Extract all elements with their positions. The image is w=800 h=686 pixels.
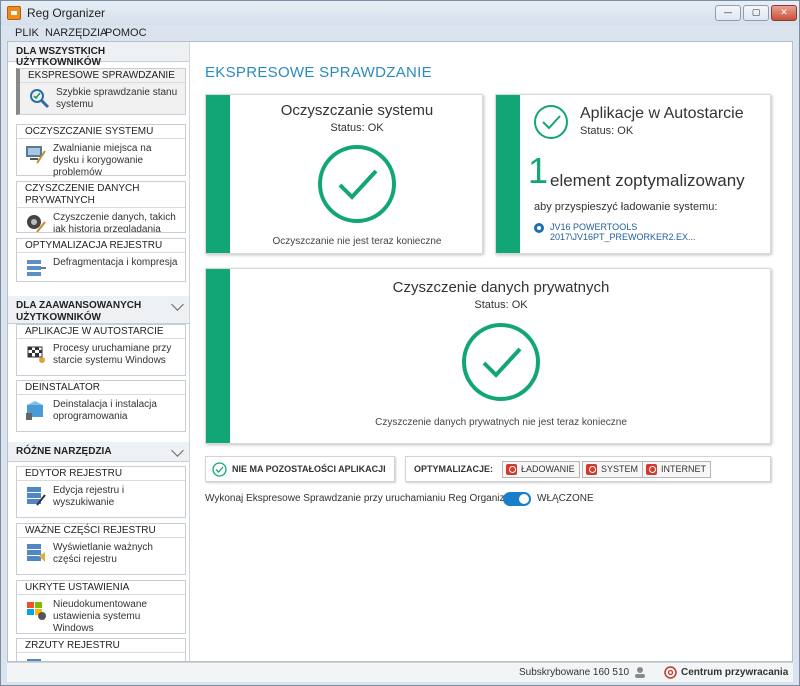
menu-pomoc[interactable]: POMOC: [105, 27, 147, 39]
autorun-toggle[interactable]: [503, 492, 531, 506]
card-title: Aplikacje w Autostarcie: [580, 105, 744, 122]
sidebar-item-desc: Zwalnianie miejsca na dysku i korygowani…: [53, 143, 152, 178]
sidebar-item-important-registry-parts[interactable]: WAŻNE CZĘŚCI REJESTRU Wyświetlanie ważny…: [16, 523, 186, 575]
registry-editor-icon: [27, 487, 46, 506]
menu-bar: PLIK NARZĘDZIA POMOC: [1, 25, 799, 41]
sidebar-item-desc: Procesy uruchamiane przy starcie systemu…: [53, 343, 172, 366]
sidebar-item-private-data[interactable]: CZYSZCZENIE DANYCH PRYWATNYCH Czyszczeni…: [16, 181, 186, 233]
page-title: EKSPRESOWE SPRAWDZANIE: [205, 64, 432, 81]
card-note: Oczyszczanie nie jest teraz konieczne: [272, 236, 442, 247]
sidebar-item-express-check[interactable]: EKSPRESOWE SPRAWDZANIE Szybkie sprawdzan…: [16, 68, 186, 115]
rescue-center-icon: [664, 666, 677, 679]
broom-monitor-icon: [26, 146, 46, 164]
sidebar-item-desc: Edycja rejestru i wyszukiwanie: [53, 485, 125, 508]
chevron-down-icon: [171, 444, 184, 457]
optimized-subtitle: aby przyspieszyć ładowanie systemu:: [534, 201, 718, 213]
sidebar-item-system-cleanup[interactable]: OCZYSZCZANIE SYSTEMU Zwalnianie miejsca …: [16, 124, 186, 178]
windows-gear-icon: [27, 602, 46, 620]
check-circle-icon: [212, 462, 227, 477]
rescue-center-link[interactable]: Centrum przywracania: [681, 667, 788, 678]
autostart-entry[interactable]: JV16 POWERTOOLS 2017\JV16PT_PREWORKER2.E…: [550, 222, 770, 242]
uninstall-box-icon: [26, 401, 43, 420]
sidebar-item-registry-snapshots[interactable]: ZRZUTY REJESTRU: [16, 638, 186, 661]
privacy-broom-icon: [27, 215, 46, 232]
section-various-tools[interactable]: RÓŻNE NARZĘDZIA: [8, 442, 189, 462]
card-private-data[interactable]: Czyszczenie danych prywatnych Status: OK…: [205, 268, 771, 444]
status-bar-green: [496, 95, 520, 253]
sidebar-item-registry-optimization[interactable]: OPTYMALIZACJA REJESTRU Defragmentacja i …: [16, 238, 186, 282]
card-title: Czyszczenie danych prywatnych: [392, 279, 610, 296]
status-bar-green: [206, 95, 230, 253]
leftovers-label: NIE MA POZOSTAŁOŚCI APLIKACJI: [232, 464, 386, 474]
sidebar-item-registry-editor[interactable]: EDYTOR REJESTRU Edycja rejestru i wyszuk…: [16, 466, 186, 518]
registry-optimize-icon: [27, 260, 46, 276]
magnifier-check-icon: [30, 89, 50, 109]
window-title: Reg Organizer: [27, 6, 106, 20]
main-panel: EKSPRESOWE SPRAWDZANIE Oczyszczanie syst…: [191, 42, 794, 661]
card-note: Czyszczenie danych prywatnych nie jest t…: [375, 417, 627, 428]
client-area: DLA WSZYSTKICH UŻYTKOWNIKÓW EKSPRESOWE S…: [7, 41, 793, 662]
leftovers-panel[interactable]: NIE MA POZOSTAŁOŚCI APLIKACJI: [205, 456, 395, 482]
card-status: Status: OK: [330, 122, 384, 134]
optimize-internet-button[interactable]: INTERNET: [642, 461, 711, 478]
optimizations-label: OPTYMALIZACJE:: [414, 464, 494, 474]
race-flag-icon: [27, 346, 45, 363]
autorun-label: Wykonaj Ekspresowe Sprawdzanie przy uruc…: [205, 493, 514, 504]
card-system-cleanup[interactable]: Oczyszczanie systemu Status: OK Oczyszcz…: [205, 94, 483, 254]
sidebar-item-desc: Nieudokumentowane ustawienia systemu Win…: [53, 599, 147, 634]
user-icon: [635, 667, 645, 678]
minimize-button[interactable]: —: [715, 5, 741, 21]
check-circle-icon: [534, 105, 568, 139]
menu-plik[interactable]: PLIK: [15, 27, 39, 39]
sidebar-item-desc: Defragmentacja i kompresja: [53, 257, 178, 268]
menu-narzedzia[interactable]: NARZĘDZIA: [45, 27, 107, 39]
power-icon: [506, 464, 517, 475]
status-bar-green: [206, 269, 230, 443]
optimizations-panel: OPTYMALIZACJE: ŁADOWANIE SYSTEM INTERNET: [405, 456, 771, 482]
card-status: Status: OK: [474, 299, 528, 311]
sidebar-item-desc: Czyszczenie danych, takich jak historia …: [53, 212, 176, 233]
registry-parts-icon: [27, 544, 45, 562]
power-icon: [646, 464, 657, 475]
registry-snapshot-icon: [27, 659, 41, 661]
title-bar: Reg Organizer — ▢ ✕: [1, 1, 799, 25]
close-button[interactable]: ✕: [771, 5, 797, 21]
app-logo-icon: [7, 6, 21, 20]
maximize-button[interactable]: ▢: [743, 5, 769, 21]
gear-icon: [534, 223, 544, 233]
sidebar-item-desc: Szybkie sprawdzanie stanu systemu: [56, 87, 178, 110]
sidebar-item-desc: Deinstalacja i instalacja oprogramowania: [53, 399, 157, 422]
optimized-count: 1: [528, 150, 549, 191]
card-autostart[interactable]: Aplikacje w Autostarcie Status: OK 1 ele…: [495, 94, 771, 254]
optimized-count-text: element zoptymalizowany: [550, 171, 745, 190]
optimize-system-button[interactable]: SYSTEM: [582, 461, 644, 478]
sidebar: DLA WSZYSTKICH UŻYTKOWNIKÓW EKSPRESOWE S…: [8, 42, 190, 661]
check-circle-icon: [462, 323, 540, 401]
section-all-users: DLA WSZYSTKICH UŻYTKOWNIKÓW: [8, 42, 189, 68]
card-status: Status: OK: [580, 125, 634, 137]
section-advanced-users[interactable]: DLA ZAAWANSOWANYCH UŻYTKOWNIKÓW: [8, 296, 189, 324]
subscribed-count: Subskrybowane 160 510: [519, 667, 630, 678]
optimize-loading-button[interactable]: ŁADOWANIE: [502, 461, 580, 478]
sidebar-item-autostart[interactable]: APLIKACJE W AUTOSTARCIE Procesy uruchami…: [16, 324, 186, 376]
sidebar-item-hidden-settings[interactable]: UKRYTE USTAWIENIA Nieudokumentowane usta…: [16, 580, 186, 634]
power-icon: [586, 464, 597, 475]
sidebar-item-uninstaller[interactable]: DEINSTALATOR Deinstalacja i instalacja o…: [16, 380, 186, 432]
toggle-state: WŁĄCZONE: [537, 493, 594, 504]
app-window: Reg Organizer — ▢ ✕ PLIK NARZĘDZIA POMOC…: [0, 0, 800, 686]
sidebar-item-desc: Wyświetlanie ważnych części rejestru: [53, 542, 153, 565]
status-bar: Subskrybowane 160 510 Centrum przywracan…: [7, 662, 793, 682]
check-circle-icon: [318, 145, 396, 223]
chevron-down-icon: [171, 298, 184, 311]
card-title: Oczyszczanie systemu: [280, 102, 434, 119]
